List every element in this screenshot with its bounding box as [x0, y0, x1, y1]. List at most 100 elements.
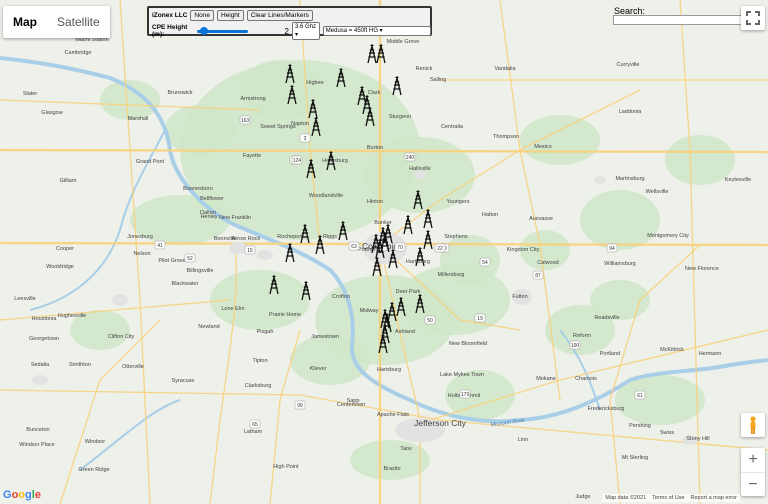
- place-label: Apache Flats: [377, 412, 409, 418]
- place-label: Rocheport: [277, 234, 303, 240]
- svg-text:15: 15: [247, 248, 253, 254]
- fullscreen-button[interactable]: [741, 6, 765, 30]
- place-label: Renick: [416, 66, 433, 72]
- google-logo[interactable]: Google: [3, 489, 41, 501]
- place-label: Mokane: [536, 376, 556, 382]
- tower-icon[interactable]: [403, 215, 413, 235]
- road-shield: 124: [291, 155, 303, 165]
- road-shield: 19: [474, 313, 486, 323]
- search-input[interactable]: [613, 15, 742, 25]
- place-label: Grand Pont: [136, 159, 165, 165]
- place-label: Marshall: [128, 116, 149, 122]
- place-label: Boonesboro: [183, 186, 213, 192]
- road-shield: 41: [154, 240, 166, 250]
- place-label: Auxvasse: [529, 216, 553, 222]
- place-label: Thompson: [493, 134, 519, 140]
- river: [79, 399, 181, 471]
- place-label: Burton: [367, 145, 383, 151]
- place-label: Higbee: [306, 80, 323, 86]
- clear-lines-button[interactable]: Clear Lines/Markers: [246, 10, 313, 21]
- road-shield: 3: [299, 133, 311, 143]
- place-label: Stony Hill: [686, 436, 709, 442]
- svg-text:61: 61: [637, 393, 643, 399]
- place-label: Lone Elm: [221, 306, 245, 312]
- sector-select[interactable]: Medusa = 450ft HG ▾: [322, 26, 431, 36]
- place-label: Syracuse: [172, 378, 195, 384]
- city-area: [229, 242, 247, 254]
- place-label: Woodlandville: [309, 193, 343, 199]
- svg-text:100: 100: [571, 343, 580, 349]
- street-view-button[interactable]: [741, 413, 765, 437]
- report-link[interactable]: Report a map error: [691, 495, 737, 501]
- svg-text:65: 65: [252, 422, 258, 428]
- svg-text:179: 179: [461, 392, 470, 398]
- place-label: Jefferson City: [414, 418, 467, 428]
- place-label: Jamestown: [311, 334, 339, 340]
- place-label: Kingdom City: [507, 247, 540, 253]
- zoom-in-button[interactable]: +: [741, 448, 765, 472]
- place-label: Pilot Grove: [158, 258, 185, 264]
- road-shield: 179: [459, 389, 471, 399]
- company-label: iZonex LLC: [152, 12, 188, 19]
- fullscreen-icon: [746, 11, 760, 25]
- map-footer: Map data ©2021 Terms of Use Report a map…: [602, 494, 740, 502]
- place-label: Millersburg: [438, 272, 465, 278]
- road-shield: 70: [394, 242, 406, 252]
- place-label: Windsor Place: [19, 442, 54, 448]
- place-label: Deer Park: [396, 289, 421, 295]
- place-label: Harrisburg: [322, 158, 348, 164]
- place-label: Glasgow: [41, 110, 62, 116]
- place-label: Clarksburg: [245, 383, 272, 389]
- forest-area: [290, 335, 370, 385]
- road: [679, 0, 701, 504]
- place-label: Armstrong: [240, 96, 265, 102]
- forest-area: [165, 105, 235, 155]
- frequency-select[interactable]: 3.6 Ghz ▾: [291, 22, 320, 40]
- place-label: Gilliam: [60, 178, 77, 184]
- place-label: Hinton: [367, 199, 383, 205]
- place-label: Hughesville: [58, 313, 86, 319]
- none-button[interactable]: None: [190, 10, 214, 21]
- road-shield: 65: [249, 419, 261, 429]
- map-data-text: Map data ©2021: [605, 495, 647, 501]
- zoom-out-button[interactable]: −: [741, 472, 765, 497]
- place-label: Crofton: [332, 294, 350, 300]
- place-label: Clark: [368, 90, 381, 96]
- place-label: Windsor: [85, 439, 105, 445]
- place-label: Henley: [200, 214, 217, 220]
- place-label: Otterville: [122, 364, 144, 370]
- svg-text:50: 50: [427, 318, 433, 324]
- svg-text:70: 70: [397, 245, 403, 251]
- road-map[interactable]: Middle GroveRenickSallingVandaliaCurryvi…: [0, 0, 768, 504]
- place-label: McKittrick: [660, 347, 684, 353]
- tower-icon[interactable]: [367, 44, 377, 64]
- slider-knob[interactable]: [199, 26, 208, 35]
- place-label: Taos: [400, 446, 412, 452]
- place-label: Clifton City: [108, 334, 135, 340]
- svg-text:99: 99: [297, 403, 303, 409]
- cpe-height-value: 2: [284, 26, 289, 36]
- svg-text:163: 163: [241, 118, 250, 124]
- place-label: Missouri River: [0, 0, 19, 4]
- road-shield: 63: [348, 241, 360, 251]
- place-label: Cambridge: [65, 50, 92, 56]
- tower-icon[interactable]: [392, 76, 402, 96]
- height-button[interactable]: Height: [216, 10, 244, 21]
- place-label: Sapp: [347, 398, 360, 404]
- place-label: Prairie Home: [269, 312, 301, 318]
- map-type-satellite-button[interactable]: Satellite: [47, 6, 110, 38]
- svg-text:19: 19: [477, 316, 483, 322]
- place-label: Mt Sterling: [622, 455, 648, 461]
- terms-link[interactable]: Terms of Use: [652, 495, 684, 501]
- place-label: Keytesville: [725, 177, 751, 183]
- tower-icon[interactable]: [423, 230, 433, 250]
- cpe-height-slider[interactable]: [197, 26, 248, 35]
- svg-text:3: 3: [304, 136, 307, 142]
- map-type-map-button[interactable]: Map: [3, 6, 47, 38]
- place-label: Readsville: [594, 315, 619, 321]
- svg-text:124: 124: [293, 158, 302, 164]
- place-label: Sedalia: [31, 362, 50, 368]
- place-label: Latham: [244, 429, 263, 435]
- place-label: Leesville: [14, 296, 35, 302]
- place-label: Vandalia: [495, 66, 517, 72]
